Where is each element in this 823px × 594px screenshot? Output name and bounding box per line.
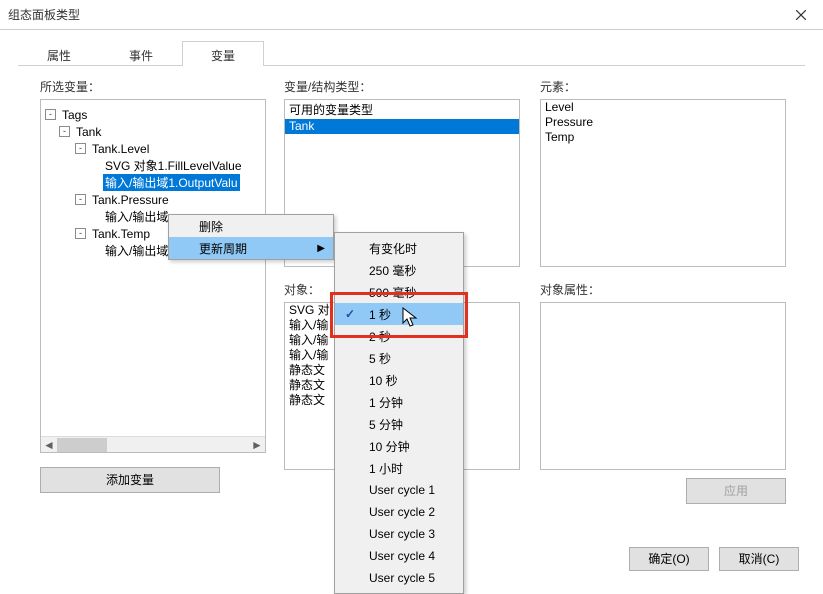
- tree-label: 输入/输出域1.OutputValu: [103, 174, 240, 191]
- ctx-label: 更新周期: [199, 240, 247, 257]
- window-title: 组态面板类型: [8, 6, 80, 23]
- property-list[interactable]: [540, 302, 786, 470]
- tree-label: 输入/输出域: [103, 208, 170, 225]
- cycle-10min[interactable]: 10 分钟: [335, 435, 463, 457]
- cycle-1s[interactable]: ✓ 1 秒: [335, 303, 463, 325]
- element-item[interactable]: Temp: [541, 130, 785, 145]
- tree-item[interactable]: - Tank.Pressure: [45, 191, 265, 208]
- tree-label: Tank.Pressure: [90, 193, 171, 207]
- column-selected-vars: 所选变量： - Tags - Tank - Tank.Level: [40, 78, 270, 493]
- cycle-user2[interactable]: User cycle 2: [335, 501, 463, 523]
- element-item[interactable]: Pressure: [541, 115, 785, 130]
- ctx-label: User cycle 5: [369, 571, 435, 585]
- tab-variables[interactable]: 变量: [182, 41, 264, 66]
- ctx-label: 10 分钟: [369, 438, 410, 455]
- scroll-thumb[interactable]: [57, 438, 107, 452]
- selected-vars-label: 所选变量：: [40, 78, 270, 95]
- type-list-item[interactable]: Tank: [285, 119, 519, 134]
- cycle-500ms[interactable]: 500 毫秒: [335, 281, 463, 303]
- ok-button[interactable]: 确定(O): [629, 547, 709, 571]
- ctx-label: User cycle 2: [369, 505, 435, 519]
- tab-properties[interactable]: 属性: [18, 41, 100, 66]
- tree-item-selected[interactable]: 输入/输出域1.OutputValu: [45, 174, 265, 191]
- cycle-250ms[interactable]: 250 毫秒: [335, 259, 463, 281]
- ctx-delete[interactable]: 删除: [169, 215, 333, 237]
- ctx-label: 500 毫秒: [369, 284, 416, 301]
- context-submenu-update-cycle[interactable]: 有变化时 250 毫秒 500 毫秒 ✓ 1 秒 2 秒 5 秒 10 秒 1 分…: [334, 232, 464, 594]
- tab-bar: 属性 事件 变量: [18, 40, 805, 66]
- tree-root[interactable]: - Tags: [45, 106, 265, 123]
- ctx-label: 删除: [199, 218, 223, 235]
- expand-icon[interactable]: -: [75, 228, 86, 239]
- tree-item[interactable]: - Tank.Level: [45, 140, 265, 157]
- cycle-on-change[interactable]: 有变化时: [335, 237, 463, 259]
- tree-item[interactable]: - Tank: [45, 123, 265, 140]
- dialog-footer: 确定(O) 取消(C): [629, 547, 799, 571]
- expand-icon[interactable]: -: [59, 126, 70, 137]
- element-item[interactable]: Level: [541, 100, 785, 115]
- tree-item[interactable]: SVG 对象1.FillLevelValue: [45, 157, 265, 174]
- type-label: 变量/结构类型：: [284, 78, 520, 95]
- cycle-user1[interactable]: User cycle 1: [335, 479, 463, 501]
- expand-icon[interactable]: -: [75, 194, 86, 205]
- context-menu[interactable]: 删除 更新周期 ▶: [168, 214, 334, 260]
- cycle-1min[interactable]: 1 分钟: [335, 391, 463, 413]
- titlebar: 组态面板类型: [0, 0, 823, 30]
- scroll-right-icon[interactable]: ►: [249, 437, 265, 453]
- tab-events[interactable]: 事件: [100, 41, 182, 66]
- submenu-arrow-icon: ▶: [317, 243, 325, 254]
- tree-label: Tank: [74, 125, 103, 139]
- tree-view[interactable]: - Tags - Tank - Tank.Level SVG 对象1.FillL…: [40, 99, 266, 453]
- ctx-label: 250 毫秒: [369, 262, 416, 279]
- ctx-label: 1 秒: [369, 306, 391, 323]
- ctx-update-cycle[interactable]: 更新周期 ▶: [169, 237, 333, 259]
- horizontal-scrollbar[interactable]: ◄ ►: [41, 436, 265, 452]
- cycle-5s[interactable]: 5 秒: [335, 347, 463, 369]
- ctx-label: 2 秒: [369, 328, 391, 345]
- expand-icon[interactable]: -: [45, 109, 56, 120]
- cycle-5min[interactable]: 5 分钟: [335, 413, 463, 435]
- ctx-label: 有变化时: [369, 240, 417, 257]
- cycle-2s[interactable]: 2 秒: [335, 325, 463, 347]
- check-icon: ✓: [345, 307, 355, 321]
- tree-label: Tank.Level: [90, 142, 151, 156]
- column-element-property: 元素： Level Pressure Temp 对象属性： 应用: [540, 78, 786, 470]
- property-label: 对象属性：: [540, 281, 786, 298]
- type-list-header: 可用的变量类型: [285, 100, 519, 119]
- ctx-label: 1 分钟: [369, 394, 403, 411]
- cycle-10s[interactable]: 10 秒: [335, 369, 463, 391]
- ctx-label: User cycle 3: [369, 527, 435, 541]
- tree-label: SVG 对象1.FillLevelValue: [103, 157, 244, 174]
- ctx-label: User cycle 4: [369, 549, 435, 563]
- ctx-label: 5 秒: [369, 350, 391, 367]
- expand-icon[interactable]: -: [75, 143, 86, 154]
- element-label: 元素：: [540, 78, 786, 95]
- tree-root-label: Tags: [60, 108, 89, 122]
- ctx-label: 1 小时: [369, 460, 403, 477]
- ctx-label: 10 秒: [369, 372, 398, 389]
- ctx-label: 5 分钟: [369, 416, 403, 433]
- cycle-user5[interactable]: User cycle 5: [335, 567, 463, 589]
- close-button[interactable]: [778, 0, 823, 30]
- cycle-user3[interactable]: User cycle 3: [335, 523, 463, 545]
- apply-button[interactable]: 应用: [686, 478, 786, 504]
- cancel-button[interactable]: 取消(C): [719, 547, 799, 571]
- tree-label: Tank.Temp: [90, 227, 152, 241]
- add-variable-button[interactable]: 添加变量: [40, 467, 220, 493]
- cycle-1hr[interactable]: 1 小时: [335, 457, 463, 479]
- scroll-left-icon[interactable]: ◄: [41, 437, 57, 453]
- element-list[interactable]: Level Pressure Temp: [540, 99, 786, 267]
- cycle-user4[interactable]: User cycle 4: [335, 545, 463, 567]
- close-icon: [796, 10, 806, 20]
- ctx-label: User cycle 1: [369, 483, 435, 497]
